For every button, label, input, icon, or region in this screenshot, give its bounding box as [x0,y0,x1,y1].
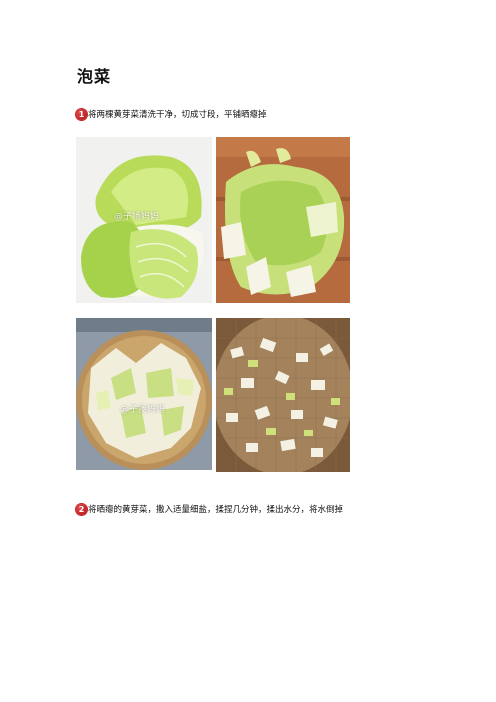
cut-cabbage-photo [216,137,350,303]
step-number-badge: 2 [76,503,87,515]
basket-cabbage-photo: @子扬妈妈 [76,318,212,470]
photo-watermark: @子扬妈妈 [114,212,160,222]
step-1: 1 将两棵黄芽菜清洗干净，切成寸段，平铺晒瘪掉 [76,108,267,120]
step-number-badge: 1 [76,108,87,120]
drying-rack-photo [216,318,350,472]
step-2: 2 将晒瘪的黄芽菜，撒入适量细盐，揉捏几分钟，揉出水分，将水倒掉 [76,503,343,515]
page-title: 泡菜 [77,67,112,86]
step-2-text: 将晒瘪的黄芽菜，撒入适量细盐，揉捏几分钟，揉出水分，将水倒掉 [88,505,344,515]
photo-watermark: @子扬妈妈 [120,405,166,415]
step-1-text: 将两棵黄芽菜清洗干净，切成寸段，平铺晒瘪掉 [88,110,267,120]
whole-cabbage-photo: @子扬妈妈 [76,137,212,303]
